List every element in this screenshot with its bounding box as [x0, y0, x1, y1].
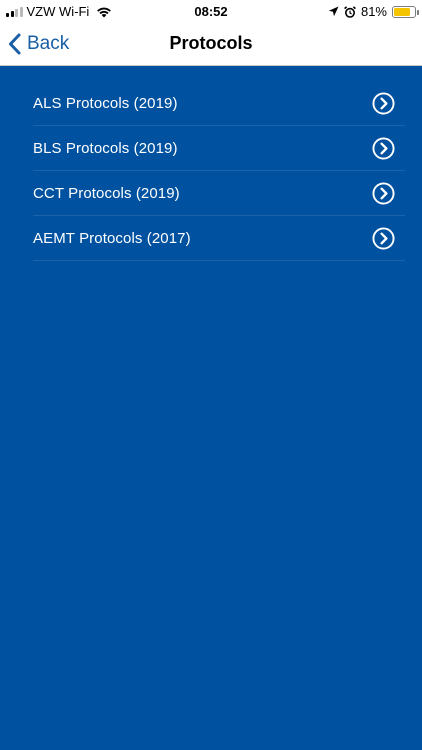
battery-icon — [392, 5, 419, 18]
list-item-aemt-protocols[interactable]: AEMT Protocols (2017) — [33, 216, 405, 261]
list-item-label: AEMT Protocols (2017) — [33, 229, 191, 247]
list-item-label: ALS Protocols (2019) — [33, 94, 178, 112]
battery-fill — [394, 7, 411, 16]
list-item-bls-protocols[interactable]: BLS Protocols (2019) — [33, 126, 405, 171]
status-bar: VZW Wi-Fi 08:52 81% — [0, 0, 422, 22]
alarm-clock-icon — [344, 5, 356, 18]
protocol-list: ALS Protocols (2019) BLS Protocols (2019… — [33, 81, 405, 261]
chevron-right-circle-icon — [372, 181, 395, 205]
chevron-right-circle-icon — [372, 226, 395, 250]
list-item-cct-protocols[interactable]: CCT Protocols (2019) — [33, 171, 405, 216]
battery-nub — [417, 9, 419, 15]
page-title: Protocols — [169, 33, 253, 53]
chevron-right-circle-icon — [372, 136, 395, 160]
status-right: 81% — [328, 4, 419, 19]
battery-percent: 81% — [360, 4, 387, 19]
list-item-label: CCT Protocols (2019) — [33, 184, 180, 202]
list-item-als-protocols[interactable]: ALS Protocols (2019) — [33, 81, 405, 126]
location-arrow-icon — [328, 6, 339, 17]
navigation-bar: Back Protocols — [0, 22, 422, 66]
chevron-right-circle-icon — [372, 91, 395, 115]
list-item-label: BLS Protocols (2019) — [33, 139, 178, 157]
